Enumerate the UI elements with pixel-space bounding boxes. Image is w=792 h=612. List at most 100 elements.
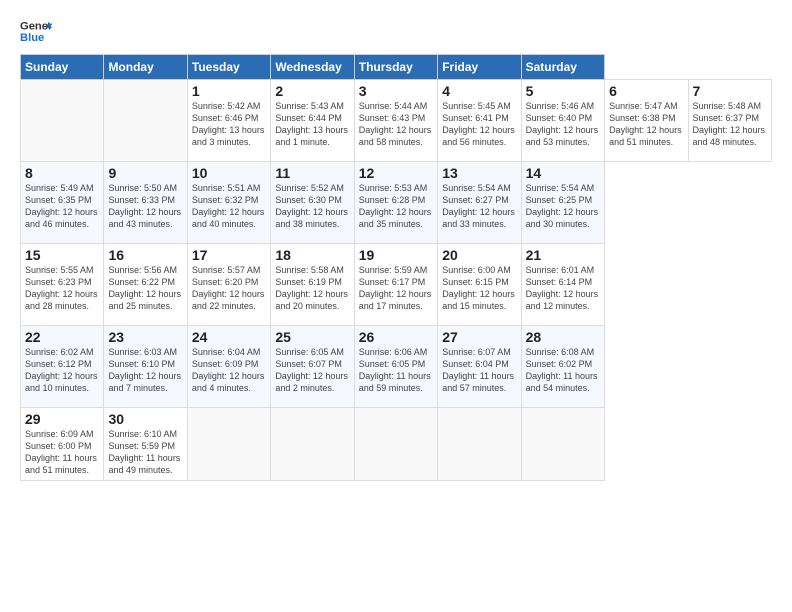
day-info: Sunrise: 6:00 AMSunset: 6:15 PMDaylight:…: [442, 264, 516, 313]
calendar-day-cell: [21, 80, 104, 162]
weekday-header-cell: Thursday: [354, 55, 437, 80]
calendar-day-cell: 18Sunrise: 5:58 AMSunset: 6:19 PMDayligh…: [271, 244, 354, 326]
calendar-day-cell: 19Sunrise: 5:59 AMSunset: 6:17 PMDayligh…: [354, 244, 437, 326]
day-info: Sunrise: 5:46 AMSunset: 6:40 PMDaylight:…: [526, 100, 600, 149]
calendar-day-cell: [271, 408, 354, 481]
day-number: 3: [359, 83, 433, 99]
day-info: Sunrise: 5:45 AMSunset: 6:41 PMDaylight:…: [442, 100, 516, 149]
day-info: Sunrise: 5:54 AMSunset: 6:25 PMDaylight:…: [526, 182, 600, 231]
calendar-day-cell: 14Sunrise: 5:54 AMSunset: 6:25 PMDayligh…: [521, 162, 604, 244]
calendar-day-cell: 8Sunrise: 5:49 AMSunset: 6:35 PMDaylight…: [21, 162, 104, 244]
day-number: 20: [442, 247, 516, 263]
weekday-header-cell: Saturday: [521, 55, 604, 80]
day-info: Sunrise: 5:54 AMSunset: 6:27 PMDaylight:…: [442, 182, 516, 231]
svg-text:Blue: Blue: [20, 32, 44, 44]
day-number: 5: [526, 83, 600, 99]
day-number: 26: [359, 329, 433, 345]
calendar-day-cell: [187, 408, 270, 481]
calendar-day-cell: 10Sunrise: 5:51 AMSunset: 6:32 PMDayligh…: [187, 162, 270, 244]
day-number: 9: [108, 165, 182, 181]
day-info: Sunrise: 5:42 AMSunset: 6:46 PMDaylight:…: [192, 100, 266, 149]
calendar-day-cell: 3Sunrise: 5:44 AMSunset: 6:43 PMDaylight…: [354, 80, 437, 162]
calendar-day-cell: 26Sunrise: 6:06 AMSunset: 6:05 PMDayligh…: [354, 326, 437, 408]
day-number: 24: [192, 329, 266, 345]
calendar-day-cell: 6Sunrise: 5:47 AMSunset: 6:38 PMDaylight…: [605, 80, 688, 162]
day-number: 8: [25, 165, 99, 181]
day-info: Sunrise: 5:44 AMSunset: 6:43 PMDaylight:…: [359, 100, 433, 149]
calendar-day-cell: 16Sunrise: 5:56 AMSunset: 6:22 PMDayligh…: [104, 244, 187, 326]
day-info: Sunrise: 6:02 AMSunset: 6:12 PMDaylight:…: [25, 346, 99, 395]
day-info: Sunrise: 5:48 AMSunset: 6:37 PMDaylight:…: [693, 100, 768, 149]
calendar-day-cell: 7Sunrise: 5:48 AMSunset: 6:37 PMDaylight…: [688, 80, 772, 162]
day-number: 6: [609, 83, 683, 99]
day-info: Sunrise: 6:05 AMSunset: 6:07 PMDaylight:…: [275, 346, 349, 395]
calendar-week-row: 22Sunrise: 6:02 AMSunset: 6:12 PMDayligh…: [21, 326, 772, 408]
day-number: 15: [25, 247, 99, 263]
calendar-week-row: 29Sunrise: 6:09 AMSunset: 6:00 PMDayligh…: [21, 408, 772, 481]
calendar-day-cell: 20Sunrise: 6:00 AMSunset: 6:15 PMDayligh…: [438, 244, 521, 326]
day-info: Sunrise: 5:52 AMSunset: 6:30 PMDaylight:…: [275, 182, 349, 231]
day-number: 30: [108, 411, 182, 427]
calendar-day-cell: [354, 408, 437, 481]
day-number: 12: [359, 165, 433, 181]
day-number: 4: [442, 83, 516, 99]
day-info: Sunrise: 6:01 AMSunset: 6:14 PMDaylight:…: [526, 264, 600, 313]
calendar-day-cell: 17Sunrise: 5:57 AMSunset: 6:20 PMDayligh…: [187, 244, 270, 326]
calendar-day-cell: 25Sunrise: 6:05 AMSunset: 6:07 PMDayligh…: [271, 326, 354, 408]
day-number: 19: [359, 247, 433, 263]
day-info: Sunrise: 5:50 AMSunset: 6:33 PMDaylight:…: [108, 182, 182, 231]
day-number: 16: [108, 247, 182, 263]
calendar-day-cell: [438, 408, 521, 481]
calendar-day-cell: 21Sunrise: 6:01 AMSunset: 6:14 PMDayligh…: [521, 244, 604, 326]
calendar-week-row: 15Sunrise: 5:55 AMSunset: 6:23 PMDayligh…: [21, 244, 772, 326]
day-number: 22: [25, 329, 99, 345]
logo-icon: General Blue: [20, 18, 52, 46]
page-container: General Blue SundayMondayTuesdayWednesda…: [0, 0, 792, 491]
calendar-day-cell: 22Sunrise: 6:02 AMSunset: 6:12 PMDayligh…: [21, 326, 104, 408]
day-info: Sunrise: 5:47 AMSunset: 6:38 PMDaylight:…: [609, 100, 683, 149]
day-number: 28: [526, 329, 600, 345]
day-number: 21: [526, 247, 600, 263]
calendar-day-cell: 5Sunrise: 5:46 AMSunset: 6:40 PMDaylight…: [521, 80, 604, 162]
calendar-day-cell: [104, 80, 187, 162]
weekday-header-cell: Monday: [104, 55, 187, 80]
day-number: 17: [192, 247, 266, 263]
day-info: Sunrise: 6:09 AMSunset: 6:00 PMDaylight:…: [25, 428, 99, 477]
calendar-day-cell: 23Sunrise: 6:03 AMSunset: 6:10 PMDayligh…: [104, 326, 187, 408]
calendar-day-cell: 11Sunrise: 5:52 AMSunset: 6:30 PMDayligh…: [271, 162, 354, 244]
day-info: Sunrise: 6:07 AMSunset: 6:04 PMDaylight:…: [442, 346, 516, 395]
day-number: 29: [25, 411, 99, 427]
day-info: Sunrise: 5:51 AMSunset: 6:32 PMDaylight:…: [192, 182, 266, 231]
weekday-header-cell: Sunday: [21, 55, 104, 80]
calendar-body: 1Sunrise: 5:42 AMSunset: 6:46 PMDaylight…: [21, 80, 772, 481]
day-number: 1: [192, 83, 266, 99]
weekday-header-cell: Tuesday: [187, 55, 270, 80]
day-number: 11: [275, 165, 349, 181]
day-info: Sunrise: 6:06 AMSunset: 6:05 PMDaylight:…: [359, 346, 433, 395]
logo: General Blue: [20, 18, 52, 46]
day-number: 23: [108, 329, 182, 345]
day-info: Sunrise: 6:08 AMSunset: 6:02 PMDaylight:…: [526, 346, 600, 395]
calendar-day-cell: 24Sunrise: 6:04 AMSunset: 6:09 PMDayligh…: [187, 326, 270, 408]
calendar-day-cell: 15Sunrise: 5:55 AMSunset: 6:23 PMDayligh…: [21, 244, 104, 326]
day-number: 18: [275, 247, 349, 263]
calendar-day-cell: 30Sunrise: 6:10 AMSunset: 5:59 PMDayligh…: [104, 408, 187, 481]
day-info: Sunrise: 5:55 AMSunset: 6:23 PMDaylight:…: [25, 264, 99, 313]
day-info: Sunrise: 6:03 AMSunset: 6:10 PMDaylight:…: [108, 346, 182, 395]
calendar-day-cell: 13Sunrise: 5:54 AMSunset: 6:27 PMDayligh…: [438, 162, 521, 244]
day-number: 10: [192, 165, 266, 181]
calendar-day-cell: 2Sunrise: 5:43 AMSunset: 6:44 PMDaylight…: [271, 80, 354, 162]
day-info: Sunrise: 5:43 AMSunset: 6:44 PMDaylight:…: [275, 100, 349, 149]
calendar-table: SundayMondayTuesdayWednesdayThursdayFrid…: [20, 54, 772, 481]
calendar-day-cell: 9Sunrise: 5:50 AMSunset: 6:33 PMDaylight…: [104, 162, 187, 244]
header: General Blue: [20, 18, 772, 46]
calendar-day-cell: 29Sunrise: 6:09 AMSunset: 6:00 PMDayligh…: [21, 408, 104, 481]
calendar-week-row: 8Sunrise: 5:49 AMSunset: 6:35 PMDaylight…: [21, 162, 772, 244]
day-number: 25: [275, 329, 349, 345]
day-info: Sunrise: 5:59 AMSunset: 6:17 PMDaylight:…: [359, 264, 433, 313]
day-info: Sunrise: 5:49 AMSunset: 6:35 PMDaylight:…: [25, 182, 99, 231]
weekday-header: SundayMondayTuesdayWednesdayThursdayFrid…: [21, 55, 772, 80]
calendar-day-cell: 12Sunrise: 5:53 AMSunset: 6:28 PMDayligh…: [354, 162, 437, 244]
weekday-header-cell: Friday: [438, 55, 521, 80]
calendar-day-cell: 28Sunrise: 6:08 AMSunset: 6:02 PMDayligh…: [521, 326, 604, 408]
